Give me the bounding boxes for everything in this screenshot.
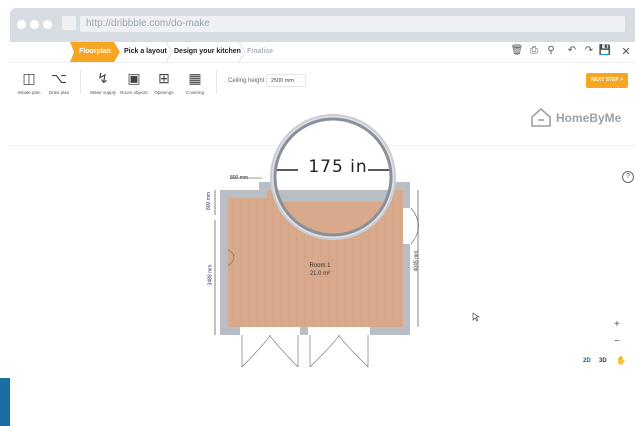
- tool-label: Draw plan: [48, 90, 70, 95]
- room-name: Room 1: [309, 263, 331, 269]
- toolbar-divider: [80, 70, 81, 94]
- view-2d-button[interactable]: 2D: [583, 358, 591, 364]
- window-dot-minimize[interactable]: [30, 20, 39, 29]
- magnifier-measurement: 175 in: [308, 157, 368, 177]
- print-icon[interactable]: ⎙: [527, 45, 541, 56]
- address-bar[interactable]: http://dribbble.com/do-make: [80, 16, 625, 32]
- window-dot-close[interactable]: [17, 20, 26, 29]
- tool-label: Water supply: [89, 90, 117, 95]
- house-logo-icon: [531, 107, 551, 127]
- room-area: 21.0 m²: [309, 271, 331, 277]
- breadcrumb-design-your-kitchen[interactable]: Design your kitchen: [174, 42, 241, 62]
- tool-water-supply[interactable]: ↯ Water supply: [87, 68, 119, 95]
- tool-label: Room objects: [120, 90, 148, 95]
- breadcrumb-floorplan[interactable]: Floorplan: [70, 42, 120, 62]
- dim-top-left: 800 mm: [230, 175, 249, 181]
- tool-label: Openings: [154, 90, 174, 95]
- address-bar-icon: [62, 16, 76, 30]
- view-3d-button[interactable]: 3D: [599, 358, 607, 364]
- tool-openings[interactable]: ⊞ Openings: [148, 68, 180, 95]
- close-icon[interactable]: ✕: [619, 45, 633, 58]
- dim-left-upper: 800 mm: [206, 191, 213, 211]
- right-door-swing: [410, 207, 419, 245]
- tool-initiate-plan[interactable]: ◫ Initiate plan: [13, 68, 45, 95]
- tool-room-objects[interactable]: ▣ Room objects: [118, 68, 150, 95]
- bottom-door-left[interactable]: [240, 327, 300, 335]
- dim-left: 3489 mm: [207, 264, 214, 286]
- zoom-in-button[interactable]: +: [614, 319, 620, 330]
- bottom-door-right[interactable]: [308, 327, 370, 335]
- hand-pan-icon[interactable]: ✋: [616, 356, 626, 365]
- help-icon[interactable]: ?: [622, 171, 634, 183]
- breadcrumb-finalise[interactable]: Finalise: [247, 42, 273, 62]
- magnifier-lens: [270, 114, 396, 240]
- room-label: Room 1 21.0 m²: [290, 262, 350, 278]
- breadcrumb-separator-icon: [165, 42, 173, 62]
- room-objects-icon: ▣: [127, 70, 141, 86]
- dim-right: 4045 mm: [413, 250, 420, 272]
- side-accent: [0, 378, 10, 426]
- water-supply-icon: ↯: [97, 70, 109, 86]
- redo-icon[interactable]: ↷: [582, 45, 596, 56]
- tool-label: Covering: [185, 90, 204, 95]
- toolbar-divider: [216, 70, 217, 94]
- ceiling-height-input[interactable]: 2500 mm: [266, 74, 306, 87]
- window-dot-maximize[interactable]: [43, 20, 52, 29]
- bottom-door-right-swing: [309, 334, 369, 368]
- openings-icon: ⊞: [158, 70, 170, 86]
- tool-covering[interactable]: ▦ Covering: [179, 68, 211, 95]
- ceiling-height-label: Ceiling height: [228, 78, 265, 84]
- initiate-plan-icon: ◫: [22, 70, 36, 86]
- save-icon[interactable]: 💾: [598, 45, 612, 56]
- mouse-cursor-icon: [472, 312, 480, 322]
- bottom-door-left-swing: [241, 334, 299, 368]
- search-icon[interactable]: ⚲: [544, 45, 558, 56]
- brand-name: HomeByMe: [556, 111, 622, 125]
- zoom-out-button[interactable]: −: [614, 336, 620, 347]
- breadcrumb-separator-icon: [238, 42, 246, 62]
- covering-icon: ▦: [188, 70, 202, 86]
- draw-plan-icon: ⌥: [50, 70, 68, 86]
- tool-label: Initiate plan: [17, 90, 41, 95]
- next-step-button[interactable]: NEXT STEP >: [586, 73, 628, 88]
- breadcrumb-pick-a-layout[interactable]: Pick a layout: [124, 42, 167, 62]
- tool-draw-plan[interactable]: ⌥ Draw plan: [43, 68, 75, 95]
- undo-icon[interactable]: ↶: [565, 45, 579, 56]
- trash-icon[interactable]: 🗑: [510, 45, 524, 56]
